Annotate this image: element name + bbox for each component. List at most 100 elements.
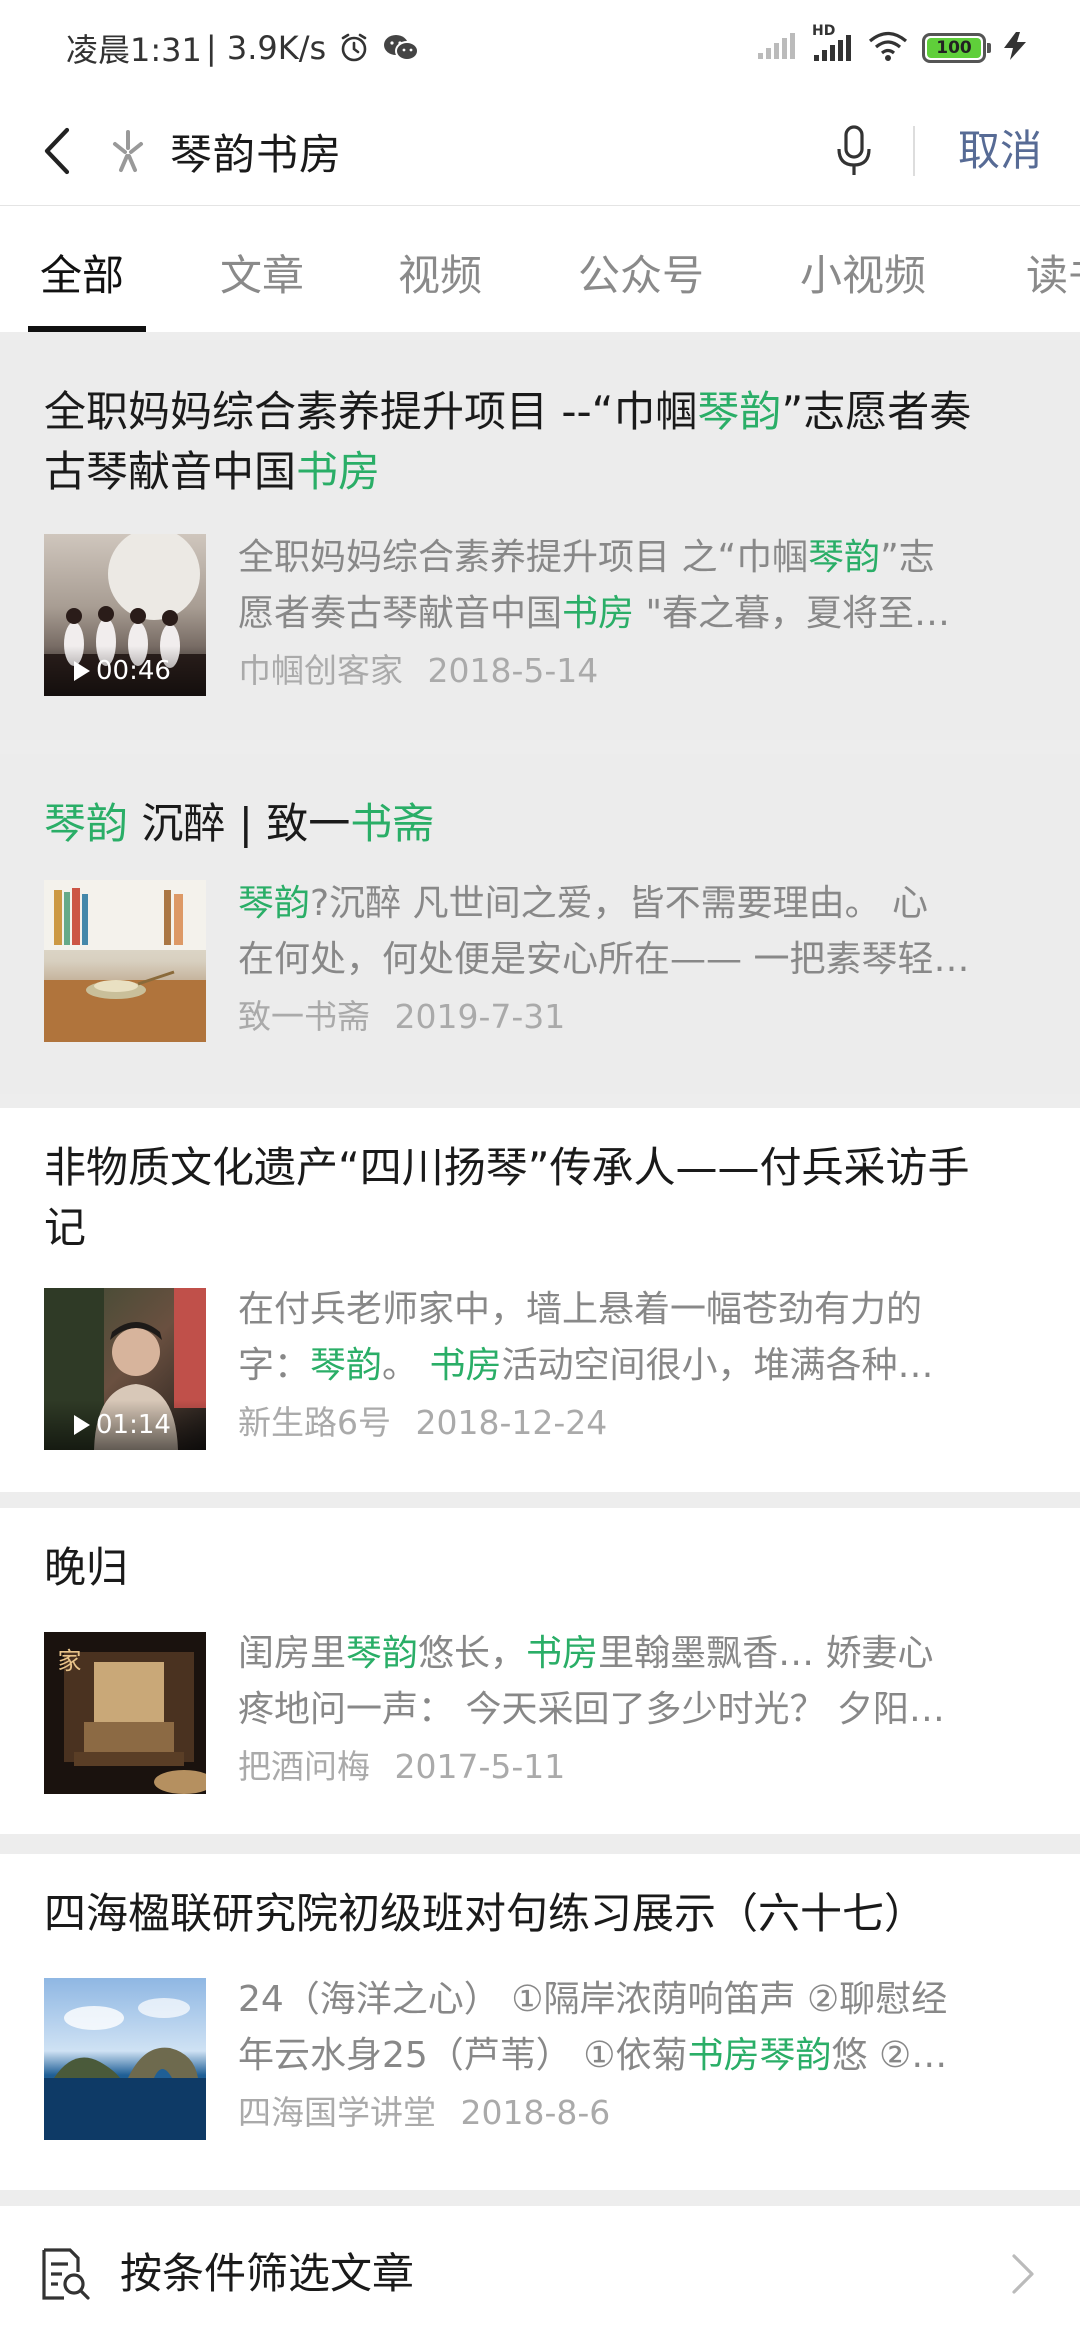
back-button[interactable]	[32, 124, 82, 178]
result-item[interactable]: 四海楹联研究院初级班对句练习展示（六十七） 24（海洋之心） ①隔岸浓荫响笛声 …	[0, 1854, 1080, 2190]
result-item[interactable]: 琴韵 沉醉 | 致一书斋 琴韵?沉醉 凡世间之爱，皆不需要理由。 心 在何处，何…	[0, 754, 1080, 1094]
text-segment: 全职妈妈综合素养提升项目 之“巾帼	[238, 537, 809, 578]
keyword-highlight: 书房	[562, 593, 635, 634]
status-time: 凌晨1:31	[66, 31, 202, 69]
text-segment: 四海楹联研究院初级班对句练习展示（六十七）	[44, 1889, 927, 1938]
play-icon	[74, 661, 90, 681]
voice-input-button[interactable]	[826, 122, 882, 180]
text-segment: 晚归	[44, 1543, 129, 1592]
video-duration: 00:46	[44, 646, 206, 696]
result-thumbnail	[44, 880, 206, 1042]
result-item[interactable]: 晚归 家 闺房里琴韵悠长，书房里翰墨飘香… 娇妻心 疼地问一声： 今天采回了多少…	[0, 1508, 1080, 1834]
text-segment: 闺房里	[238, 1633, 347, 1674]
result-source[interactable]: 四海国学讲堂	[238, 2093, 436, 2132]
network-type: HD	[812, 23, 836, 39]
result-item[interactable]: 全职妈妈综合素养提升项目 --“巾帼琴韵”志愿者奏 古琴献音中国书房 00:46…	[0, 340, 1080, 740]
keyword-highlight: 琴韵	[310, 1345, 383, 1386]
text-segment: ”志愿者奏	[781, 387, 972, 436]
text-segment: 疼地问一声： 今天采回了多少时光？ 夕阳…	[238, 1689, 945, 1730]
tab-articles[interactable]: 文章	[220, 242, 304, 303]
keyword-highlight: 书房琴韵	[687, 2035, 832, 2076]
text-segment: 活动空间很小，堆满各种…	[501, 1345, 934, 1386]
text-line: 琴韵 沉醉 | 致一书斋	[44, 794, 1044, 854]
signal-icon	[756, 31, 796, 65]
active-tab-indicator	[28, 326, 146, 332]
result-date: 2019-7-31	[394, 997, 566, 1036]
result-title: 晚归	[44, 1538, 1044, 1598]
result-source[interactable]: 新生路6号	[238, 1403, 391, 1442]
text-line: 字：琴韵。 书房活动空间很小，堆满各种…	[238, 1338, 1038, 1394]
tab-reading[interactable]: 读书	[1026, 242, 1080, 303]
text-line: 晚归	[44, 1538, 1044, 1598]
result-meta: 新生路6号 2018-12-24	[238, 1398, 607, 1448]
result-meta: 巾帼创客家 2018-5-14	[238, 646, 598, 696]
status-left: 凌晨1:31 | 3.9K/s	[66, 26, 420, 70]
text-line: 四海楹联研究院初级班对句练习展示（六十七）	[44, 1884, 1044, 1944]
keyword-highlight: 琴韵	[346, 1633, 419, 1674]
thumbnail-caption: 家	[53, 1648, 81, 1672]
text-line: 愿者奏古琴献音中国书房 "春之暮，夏将至…	[238, 586, 1038, 642]
keyword-highlight: 琴韵	[697, 387, 782, 436]
text-segment: 。	[382, 1345, 430, 1386]
text-segment: 年云水身25（芦苇） ①依菊	[238, 2035, 688, 2076]
charging-icon	[1000, 30, 1030, 66]
cancel-button[interactable]: 取消	[958, 122, 1042, 180]
result-source[interactable]: 巾帼创客家	[238, 651, 403, 690]
result-meta: 致一书斋 2019-7-31	[238, 992, 565, 1042]
text-line: 全职妈妈综合素养提升项目 之“巾帼琴韵”志	[238, 530, 1038, 586]
search-type-icon	[100, 123, 156, 179]
text-segment: 字：	[238, 1345, 311, 1386]
keyword-highlight: 书斋	[350, 799, 435, 848]
result-snippet: 24（海洋之心） ①隔岸浓荫响笛声 ②聊慰经 年云水身25（芦苇） ①依菊书房琴…	[238, 1972, 1038, 2084]
result-title: 四海楹联研究院初级班对句练习展示（六十七）	[44, 1884, 1044, 1944]
chevron-left-icon	[44, 127, 70, 175]
text-segment: 愿者奏古琴献音中国	[238, 593, 563, 634]
battery-icon: 100	[922, 33, 991, 63]
result-date: 2018-5-14	[427, 651, 599, 690]
result-title: 全职妈妈综合素养提升项目 --“巾帼琴韵”志愿者奏 古琴献音中国书房	[44, 382, 1044, 502]
text-segment: 全职妈妈综合素养提升项目 --“巾帼	[44, 387, 698, 436]
microphone-icon	[837, 125, 871, 175]
text-line: 记	[44, 1198, 1044, 1258]
alarm-icon	[338, 32, 370, 64]
result-snippet: 全职妈妈综合素养提升项目 之“巾帼琴韵”志 愿者奏古琴献音中国书房 "春之暮，夏…	[238, 530, 1038, 642]
status-right: HD 100	[756, 23, 1030, 70]
result-thumbnail	[44, 1978, 206, 2140]
text-line: 在付兵老师家中，墙上悬着一幅苍劲有力的	[238, 1282, 1038, 1338]
tab-videos[interactable]: 视频	[398, 242, 482, 303]
tab-all[interactable]: 全部	[40, 242, 124, 303]
result-source[interactable]: 把酒问梅	[238, 1747, 370, 1786]
text-line: 在何处，何处便是安心所在—— 一把素琴轻…	[238, 932, 1038, 988]
text-line: 古琴献音中国书房	[44, 442, 1044, 502]
result-snippet: 琴韵?沉醉 凡世间之爱，皆不需要理由。 心 在何处，何处便是安心所在—— 一把素…	[238, 876, 1038, 988]
result-date: 2018-8-6	[460, 2093, 611, 2132]
result-title: 非物质文化遗产“四川扬琴”传承人——付兵采访手 记	[44, 1138, 1044, 1258]
text-segment: 在何处，何处便是安心所在—— 一把素琴轻…	[238, 939, 970, 980]
chevron-right-icon	[1012, 2254, 1034, 2294]
text-line: 琴韵?沉醉 凡世间之爱，皆不需要理由。 心	[238, 876, 1038, 932]
tab-official-accounts[interactable]: 公众号	[578, 242, 704, 303]
filter-articles-row[interactable]: 按条件筛选文章	[0, 2206, 1080, 2340]
battery-level: 100	[927, 38, 981, 58]
divider	[913, 126, 915, 176]
search-query[interactable]: 琴韵书房	[170, 121, 342, 182]
result-source[interactable]: 致一书斋	[238, 997, 370, 1036]
filter-tabs: 全部 文章 视频 公众号 小视频 读书	[0, 206, 1080, 332]
wifi-icon	[868, 30, 908, 66]
status-speed: | 3.9K/s	[205, 29, 327, 67]
text-line: 24（海洋之心） ①隔岸浓荫响笛声 ②聊慰经	[238, 1972, 1038, 2028]
text-segment: 记	[44, 1203, 87, 1252]
text-line: 疼地问一声： 今天采回了多少时光？ 夕阳…	[238, 1682, 1038, 1738]
result-date: 2018-12-24	[415, 1403, 608, 1442]
search-input[interactable]: 琴韵书房	[100, 116, 820, 186]
result-item[interactable]: 非物质文化遗产“四川扬琴”传承人——付兵采访手 记 01:14 在付兵老师家中，…	[0, 1108, 1080, 1492]
result-title: 琴韵 沉醉 | 致一书斋	[44, 794, 1044, 854]
text-segment: 悠长，	[418, 1633, 527, 1674]
result-meta: 把酒问梅 2017-5-11	[238, 1742, 565, 1792]
result-meta: 四海国学讲堂 2018-8-6	[238, 2088, 610, 2138]
text-line: 闺房里琴韵悠长，书房里翰墨飘香… 娇妻心	[238, 1626, 1038, 1682]
tab-short-videos[interactable]: 小视频	[800, 242, 926, 303]
wechat-icon	[382, 32, 420, 64]
keyword-highlight: 琴韵	[44, 799, 129, 848]
search-bar: 琴韵书房 取消	[0, 96, 1080, 206]
